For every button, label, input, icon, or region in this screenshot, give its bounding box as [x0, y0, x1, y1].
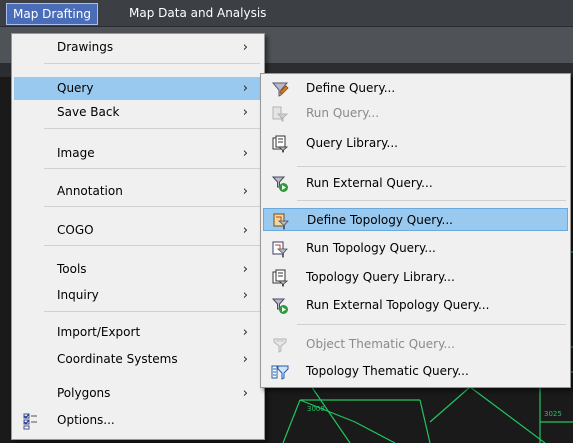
menu-separator — [44, 128, 260, 129]
menu-separator — [297, 200, 566, 201]
menu-item-label: Drawings — [57, 40, 114, 54]
menu-item-import-export[interactable]: Import/Export › — [14, 321, 262, 344]
parcel-number-label: 3025 — [544, 410, 562, 418]
menu-item-options[interactable]: Options... — [14, 409, 262, 432]
query-submenu: Define Query... Run Query... Query Libra… — [260, 73, 571, 388]
submenu-arrow-icon: › — [242, 352, 248, 367]
parcel-number-label: 3008 — [307, 405, 325, 413]
submenu-arrow-icon: › — [242, 386, 248, 401]
menu-item-label: Inquiry — [57, 288, 99, 302]
menu-item-label: Run Query... — [306, 106, 380, 120]
menu-item-polygons[interactable]: Polygons › — [14, 382, 262, 405]
menubar-item-map-data-and-analysis[interactable]: Map Data and Analysis — [123, 3, 272, 25]
menu-separator — [44, 311, 260, 312]
menu-bar: Map Drafting Map Data and Analysis — [0, 0, 573, 27]
menu-item-label: Save Back — [57, 105, 120, 119]
menu-item-run-external-topology-query[interactable]: Run External Topology Query... — [263, 294, 568, 317]
menu-item-inquiry[interactable]: Inquiry › — [14, 284, 262, 307]
parcel-line — [429, 386, 471, 423]
define-topology-query-icon — [273, 213, 289, 230]
menu-separator — [44, 168, 260, 169]
submenu-arrow-icon: › — [242, 40, 248, 55]
menu-item-define-topology-query[interactable]: Define Topology Query... — [263, 208, 568, 231]
menubar-item-map-drafting[interactable]: Map Drafting — [6, 3, 98, 25]
topology-query-library-icon — [272, 269, 289, 287]
menu-item-annotation[interactable]: Annotation › — [14, 180, 262, 203]
menu-item-label: Annotation — [57, 184, 123, 198]
menu-item-image[interactable]: Image › — [14, 142, 262, 165]
menu-separator — [297, 166, 566, 167]
menu-item-label: Query Library... — [306, 136, 398, 150]
parcel-line — [282, 399, 301, 443]
submenu-arrow-icon: › — [242, 325, 248, 340]
menu-item-query[interactable]: Query › — [14, 77, 262, 100]
menu-item-label: Define Query... — [306, 81, 396, 95]
menu-item-tools[interactable]: Tools › — [14, 258, 262, 281]
menu-separator — [44, 245, 260, 246]
menu-item-label: Polygons — [57, 386, 111, 400]
submenu-arrow-icon: › — [242, 262, 248, 277]
submenu-arrow-icon: › — [242, 81, 248, 96]
menu-separator — [297, 324, 566, 325]
menu-item-run-external-query[interactable]: Run External Query... — [263, 172, 568, 195]
run-topology-query-icon — [272, 241, 288, 258]
menu-item-topology-query-library[interactable]: Topology Query Library... — [263, 266, 568, 289]
topology-thematic-query-icon — [271, 365, 289, 380]
map-drafting-menu: Drawings › Query › Save Back › Image › A… — [11, 33, 265, 440]
define-query-icon — [271, 82, 289, 97]
menu-item-label: Object Thematic Query... — [306, 337, 455, 351]
menu-item-label: Query — [57, 81, 94, 95]
options-checklist-icon — [23, 413, 37, 430]
menu-item-query-library[interactable]: Query Library... — [263, 132, 568, 155]
parcel-line — [419, 399, 431, 443]
menu-item-label: Tools — [57, 262, 87, 276]
menu-item-run-topology-query[interactable]: Run Topology Query... — [263, 237, 568, 260]
menu-item-cogo[interactable]: COGO › — [14, 219, 262, 242]
submenu-arrow-icon: › — [242, 146, 248, 161]
menu-item-drawings[interactable]: Drawings › — [14, 36, 262, 59]
menu-separator — [44, 206, 260, 207]
menu-separator — [44, 63, 260, 64]
run-external-query-icon — [271, 176, 288, 192]
submenu-arrow-icon: › — [242, 223, 248, 238]
menu-item-label: Import/Export — [57, 325, 141, 339]
menu-item-define-query[interactable]: Define Query... — [263, 77, 568, 100]
menu-item-save-back[interactable]: Save Back › — [14, 101, 262, 124]
menu-item-label: COGO — [57, 223, 94, 237]
object-thematic-query-icon — [273, 338, 287, 353]
menu-item-run-query[interactable]: Run Query... — [263, 102, 568, 125]
parcel-line — [354, 421, 396, 443]
run-query-icon — [272, 106, 288, 122]
menu-item-coordinate-systems[interactable]: Coordinate Systems › — [14, 348, 262, 371]
run-external-topology-query-icon — [271, 298, 288, 314]
menu-item-label: Image — [57, 146, 95, 160]
menu-item-label: Coordinate Systems — [57, 352, 178, 366]
menu-item-label: Run Topology Query... — [306, 241, 436, 255]
menu-item-label: Run External Topology Query... — [306, 298, 490, 312]
menu-item-object-thematic-query[interactable]: Object Thematic Query... — [263, 333, 568, 356]
menu-item-topology-thematic-query[interactable]: Topology Thematic Query... — [263, 360, 568, 383]
query-library-icon — [272, 135, 289, 153]
menu-item-label: Run External Query... — [306, 176, 433, 190]
menu-item-label: Options... — [57, 413, 115, 427]
menu-item-label: Define Topology Query... — [307, 213, 453, 227]
parcel-line — [469, 386, 546, 443]
submenu-arrow-icon: › — [242, 184, 248, 199]
menu-item-label: Topology Thematic Query... — [306, 364, 469, 378]
submenu-arrow-icon: › — [242, 105, 248, 120]
submenu-arrow-icon: › — [242, 288, 248, 303]
menu-item-label: Topology Query Library... — [306, 270, 455, 284]
